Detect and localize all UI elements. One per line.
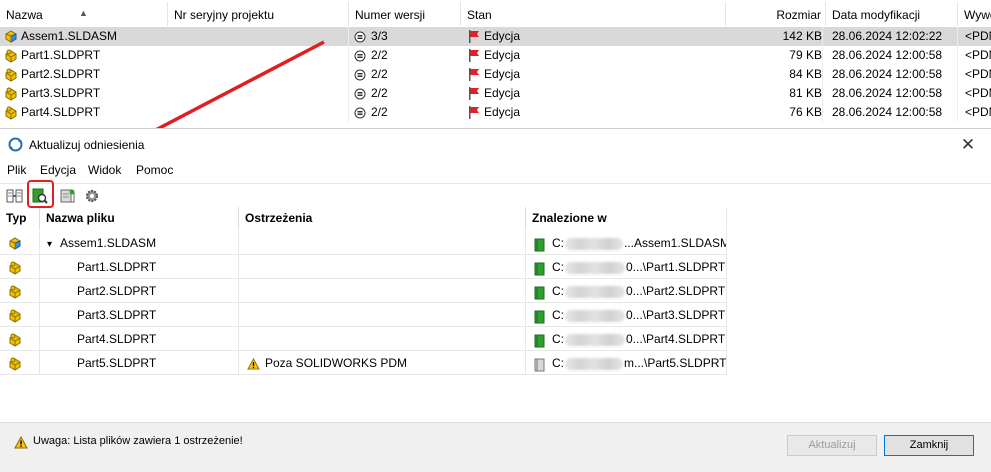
dialog-title: Aktualizuj odniesienia [29, 138, 145, 152]
local-file-icon [534, 352, 546, 375]
found-path-prefix: C: [552, 332, 564, 346]
reference-file-name: Part3.SLDPRT [77, 308, 157, 322]
found-path-prefix: C: [552, 284, 564, 298]
redacted-path [565, 333, 625, 346]
settings-gear-icon[interactable] [81, 186, 103, 206]
update-button[interactable]: Aktualizuj [787, 435, 877, 456]
grid-header-warnings[interactable]: Ostrzeżenia [239, 207, 526, 230]
reference-row[interactable]: Part1.SLDPRT C: 0...\Part1.SLDPRT [0, 255, 727, 279]
found-path-prefix: C: [552, 308, 564, 322]
redacted-path [565, 285, 625, 298]
vault-file-icon [534, 256, 546, 279]
close-button[interactable]: Zamknij [884, 435, 974, 456]
grid-header-filename[interactable]: Nazwa pliku [40, 207, 239, 230]
reference-row[interactable]: Part5.SLDPRT Poza SOLIDWORKS PDM C: m...\Pa… [0, 351, 727, 375]
redacted-path [565, 237, 623, 250]
dialog-toolbar [0, 183, 991, 207]
vault-file-icon [534, 232, 546, 255]
grid-header-type[interactable]: Typ [0, 207, 40, 230]
part-type-icon [0, 303, 40, 327]
grid-header-found-in[interactable]: Znalezione w [526, 207, 727, 230]
reference-row[interactable]: Part2.SLDPRT C: 0...\Part2.SLDPRT [0, 279, 727, 303]
dialog-footer: Uwaga: Lista plików zawiera 1 ostrzeżeni… [0, 422, 991, 472]
references-grid: Typ Nazwa pliku Ostrzeżenia Znalezione w… [0, 207, 727, 377]
dialog-titlebar: Aktualizuj odniesienia ✕ [0, 129, 991, 159]
found-path-suffix: ...Assem1.SLDASM [624, 236, 727, 250]
part-type-icon [0, 351, 40, 375]
part-type-icon [0, 279, 40, 303]
redacted-path [565, 357, 623, 370]
tree-expander-icon[interactable]: ▾ [47, 239, 52, 250]
reference-file-name: Part2.SLDPRT [77, 284, 157, 298]
reference-file-name: Part1.SLDPRT [77, 260, 157, 274]
vault-file-icon [534, 304, 546, 327]
redacted-path [565, 309, 625, 322]
reference-file-name: Part5.SLDPRT [77, 356, 157, 370]
part-type-icon [0, 255, 40, 279]
found-path-prefix: C: [552, 236, 564, 250]
reference-file-name: Part4.SLDPRT [77, 332, 157, 346]
menu-help[interactable]: Pomoc [136, 163, 173, 177]
vault-file-icon [534, 280, 546, 303]
menu-edit[interactable]: Edycja [40, 163, 76, 177]
update-references-dialog: Aktualizuj odniesienia ✕ Plik Edycja Wid… [0, 128, 991, 472]
found-path-suffix: 0...\Part2.SLDPRT [626, 284, 726, 298]
warning-icon [14, 436, 28, 449]
found-path-suffix: 0...\Part4.SLDPRT [626, 332, 726, 346]
redacted-path [565, 261, 625, 274]
menu-file[interactable]: Plik [7, 163, 26, 177]
assembly-type-icon [0, 231, 40, 255]
menu-bar: Plik Edycja Widok Pomoc [0, 160, 991, 180]
reference-row[interactable]: ▾ Assem1.SLDASM C: ...Assem1.SLDASM [0, 231, 727, 255]
reference-file-name: Assem1.SLDASM [60, 236, 157, 250]
found-path-suffix: 0...\Part3.SLDPRT [626, 308, 726, 322]
columns-icon[interactable] [4, 186, 26, 206]
found-path-suffix: m...\Part5.SLDPRT [624, 356, 727, 370]
reference-row[interactable]: Part3.SLDPRT C: 0...\Part3.SLDPRT [0, 303, 727, 327]
reference-row[interactable]: Part4.SLDPRT C: 0...\Part4.SLDPRT [0, 327, 727, 351]
reference-warning: Poza SOLIDWORKS PDM [265, 356, 408, 370]
part-type-icon [0, 327, 40, 351]
found-path-prefix: C: [552, 356, 564, 370]
warning-message: Uwaga: Lista plików zawiera 1 ostrzeżeni… [33, 435, 243, 447]
database-icon[interactable] [56, 186, 78, 206]
annotation-highlight-box [27, 180, 54, 208]
vault-file-icon [534, 328, 546, 351]
warning-icon [247, 357, 260, 370]
menu-view[interactable]: Widok [88, 163, 121, 177]
refresh-icon [8, 137, 23, 152]
dialog-close-button[interactable]: ✕ [945, 129, 991, 159]
found-path-prefix: C: [552, 260, 564, 274]
found-path-suffix: 0...\Part1.SLDPRT [626, 260, 726, 274]
